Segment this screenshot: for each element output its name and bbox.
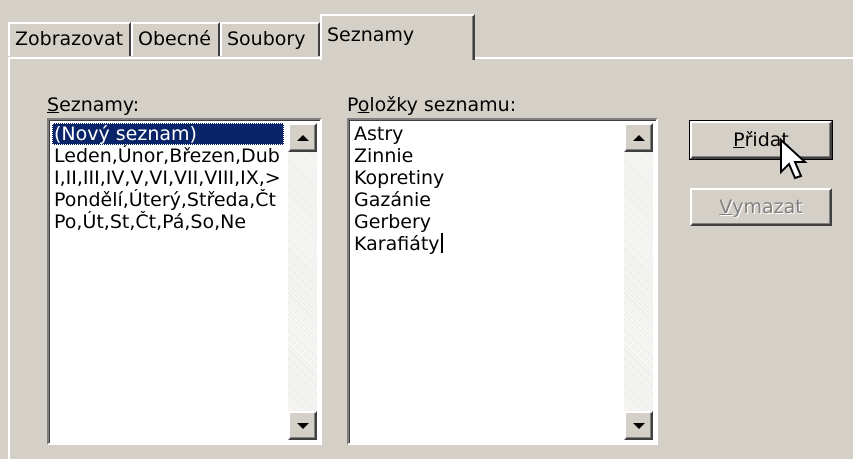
entry-line-text: Karafiáty <box>354 233 440 255</box>
lists-label-accel: S <box>47 94 60 116</box>
delete-button[interactable]: Vymazat <box>690 188 832 226</box>
list-item[interactable]: Pondělí,Úterý,Středa,Čt <box>52 189 284 211</box>
arrow-up-icon <box>296 134 309 141</box>
list-entries-label: Položky seznamu: <box>347 94 516 116</box>
entries-scrollbar[interactable] <box>624 123 653 440</box>
tab-zobrazovat[interactable]: Zobrazovat <box>8 22 131 56</box>
list-entries-textarea[interactable]: Astry Zinnie Kopretiny Gazánie Gerbery K… <box>347 118 658 445</box>
entry-line: Gerbery <box>354 211 432 233</box>
lists-scrollbar[interactable] <box>288 123 317 440</box>
lists-listbox[interactable]: (Nový seznam) Leden,Únor,Březen,Dub I,II… <box>47 118 322 445</box>
scroll-down-button[interactable] <box>288 411 317 440</box>
scroll-down-button[interactable] <box>624 411 653 440</box>
add-button-accel: P <box>733 129 745 151</box>
list-entries-label-accel: o <box>357 94 370 116</box>
scroll-up-button[interactable] <box>624 123 653 152</box>
scroll-up-button[interactable] <box>288 123 317 152</box>
tab-label: Zobrazovat <box>15 28 124 50</box>
mouse-pointer-icon <box>780 138 808 180</box>
list-entries-label-before: P <box>347 94 358 116</box>
lists-items: (Nový seznam) Leden,Únor,Březen,Dub I,II… <box>52 123 284 440</box>
entry-line: Zinnie <box>354 145 414 167</box>
arrow-down-icon <box>632 422 645 429</box>
tab-label: Seznamy <box>327 24 415 46</box>
lists-label: Seznamy: <box>47 94 139 116</box>
list-item[interactable]: (Nový seznam) <box>52 123 284 145</box>
lists-label-text: eznamy: <box>59 94 140 116</box>
tab-seznamy[interactable]: Seznamy <box>320 14 475 60</box>
delete-button-label: ymazat <box>732 196 803 218</box>
list-entries-lines: Astry Zinnie Kopretiny Gazánie Gerbery K… <box>352 123 620 440</box>
arrow-down-icon <box>296 422 309 429</box>
list-item[interactable]: I,II,III,IV,V,VI,VII,VIII,IX,> <box>52 167 284 189</box>
tab-label: Obecné <box>138 28 211 50</box>
list-entries-label-text: ložky seznamu: <box>369 94 517 116</box>
list-item[interactable]: Po,Út,St,Čt,Pá,So,Ne <box>52 211 284 233</box>
list-item[interactable]: Leden,Únor,Březen,Dub <box>52 145 284 167</box>
entry-line: Kopretiny <box>354 167 445 189</box>
arrow-up-icon <box>632 134 645 141</box>
text-caret <box>440 233 443 253</box>
tab-obecne[interactable]: Obecné <box>131 22 220 56</box>
tab-soubory[interactable]: Soubory <box>220 22 320 56</box>
entry-line: Gazánie <box>354 189 431 211</box>
entry-line-last: Karafiáty <box>352 233 620 255</box>
entry-line: Astry <box>354 123 404 145</box>
tab-label: Soubory <box>227 28 306 50</box>
delete-button-accel: V <box>719 196 733 218</box>
